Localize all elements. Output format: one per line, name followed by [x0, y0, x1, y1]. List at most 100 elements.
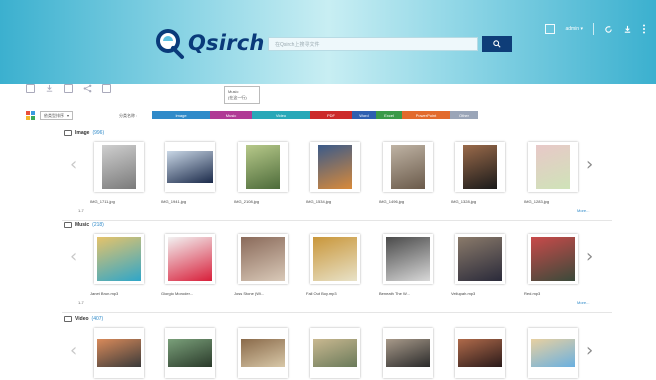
file-name[interactable]: IMG_1534.jpg — [306, 199, 366, 204]
result-thumbnail[interactable] — [310, 142, 360, 192]
app-switch-icon[interactable] — [545, 24, 556, 34]
file-name[interactable]: IMG_1328.jpg — [451, 199, 511, 204]
category-chip-excel[interactable]: Excel — [376, 111, 402, 119]
result-thumbnail[interactable] — [455, 142, 505, 192]
category-chip-word[interactable]: Word — [352, 111, 376, 119]
carousel-prev-icon[interactable]: ‹ — [70, 246, 77, 267]
category-chip-pdf[interactable]: PDF — [310, 111, 352, 119]
result-thumbnail[interactable] — [528, 328, 578, 378]
result-thumbnail[interactable] — [383, 328, 433, 378]
result-thumbnail[interactable] — [165, 142, 215, 192]
thumbnail-image — [97, 237, 141, 281]
result-thumbnail[interactable] — [165, 328, 215, 378]
thumbnail-image — [318, 145, 352, 189]
thumbnail-image — [536, 145, 570, 189]
result-thumbnail[interactable] — [238, 142, 288, 192]
carousel-next-icon[interactable]: › — [586, 154, 593, 175]
file-name[interactable]: Joss Stone (Wi... — [234, 291, 294, 296]
carousel-prev-icon[interactable]: ‹ — [70, 340, 77, 361]
more-link[interactable]: More... — [577, 208, 589, 213]
thumbnail-image — [386, 237, 430, 281]
result-thumbnail[interactable] — [165, 234, 215, 284]
action-toolbar — [26, 82, 111, 94]
tooltip-text: (在这一行) — [228, 95, 247, 100]
video-icon — [64, 316, 72, 322]
result-thumbnail[interactable] — [238, 234, 288, 284]
thumbnail-image — [168, 339, 212, 367]
result-thumbnail[interactable] — [528, 234, 578, 284]
file-name[interactable]: IMG_1711.jpg — [90, 199, 150, 204]
result-thumbnail[interactable] — [238, 328, 288, 378]
thumbnail-image — [168, 237, 212, 281]
settings-icon[interactable] — [102, 83, 111, 93]
thumbnail-image — [531, 237, 575, 281]
qsirch-logo-icon — [156, 29, 184, 59]
sort-select[interactable]: 依类型排序 ▾ — [40, 111, 74, 120]
page-range: 1-7 — [78, 208, 84, 213]
chevron-down-icon: ▾ — [67, 113, 70, 118]
carousel-prev-icon[interactable]: ‹ — [70, 154, 77, 175]
thumbnail-image — [167, 151, 213, 183]
header-divider — [593, 23, 594, 35]
thumbnail-image — [241, 339, 285, 367]
search-input[interactable]: 在Qsirch上搜寻文件 — [268, 37, 478, 51]
thumbnail-image — [313, 237, 357, 281]
thumbnail-image — [463, 145, 497, 189]
search-button[interactable] — [482, 36, 512, 52]
file-name[interactable]: Giorgio Moroder... — [161, 291, 221, 296]
section-header[interactable]: Music (218) — [64, 220, 104, 230]
result-thumbnail[interactable] — [383, 142, 433, 192]
section-header[interactable]: Video (407) — [64, 314, 103, 324]
qsirch-logo[interactable]: Qsirch — [152, 26, 265, 60]
image-icon — [64, 130, 72, 136]
category-grid-icon[interactable] — [26, 111, 35, 120]
category-chip-image[interactable]: Image — [152, 111, 210, 119]
category-chip-music[interactable]: Music — [210, 111, 252, 119]
result-thumbnail[interactable] — [383, 234, 433, 284]
category-label: 分类名称 : — [119, 113, 138, 118]
file-name[interactable]: IMG_2108.jpg — [234, 199, 294, 204]
section-divider — [62, 312, 612, 313]
file-name[interactable]: Beneath The W... — [379, 291, 439, 296]
result-thumbnail[interactable] — [310, 328, 360, 378]
section-header[interactable]: Image (996) — [64, 128, 104, 138]
result-thumbnail[interactable] — [528, 142, 578, 192]
file-name[interactable]: IMG_1283.jpg — [524, 199, 584, 204]
category-chip-other[interactable]: Other — [450, 111, 478, 119]
result-thumbnail[interactable] — [94, 234, 144, 284]
file-name[interactable]: IMG_1496.jpg — [379, 199, 439, 204]
section-title: Image — [75, 130, 90, 136]
file-name[interactable]: IMG_1941.jpg — [161, 199, 221, 204]
file-name[interactable]: Fall Out Boy.mp3 — [306, 291, 366, 296]
result-thumbnail[interactable] — [94, 142, 144, 192]
category-chip-video[interactable]: Video — [252, 111, 310, 119]
file-name[interactable]: Janet Brun.mp3 — [90, 291, 150, 296]
carousel-next-icon[interactable]: › — [586, 340, 593, 361]
more-options-icon[interactable] — [642, 24, 646, 34]
carousel-next-icon[interactable]: › — [586, 246, 593, 267]
file-name[interactable]: Red.mp3 — [524, 291, 584, 296]
filter-row: 依类型排序 ▾ — [26, 110, 74, 121]
result-thumbnail[interactable] — [310, 234, 360, 284]
thumbnail-image — [102, 145, 136, 189]
section-count: (407) — [91, 316, 104, 322]
thumbnail-image — [386, 339, 430, 367]
result-thumbnail[interactable] — [455, 234, 505, 284]
category-chip-powerpoint[interactable]: PowerPoint — [402, 111, 450, 119]
result-thumbnail[interactable] — [94, 328, 144, 378]
refresh-icon[interactable] — [604, 25, 613, 34]
download-icon[interactable] — [623, 25, 632, 34]
result-thumbnail[interactable] — [455, 328, 505, 378]
download-icon[interactable] — [45, 84, 54, 93]
section-title: Music — [75, 222, 90, 228]
file-name[interactable]: Veilupah.mp3 — [451, 291, 511, 296]
user-menu[interactable]: admin ▾ — [565, 26, 583, 32]
thumbnail-image — [241, 237, 285, 281]
thumbnail-image — [391, 145, 425, 189]
folder-icon[interactable] — [64, 83, 73, 93]
share-icon[interactable] — [83, 84, 92, 93]
section-title: Video — [75, 316, 89, 322]
app-title: Qsirch — [188, 31, 265, 55]
list-view-icon[interactable] — [26, 83, 35, 93]
more-link[interactable]: More... — [577, 300, 589, 305]
